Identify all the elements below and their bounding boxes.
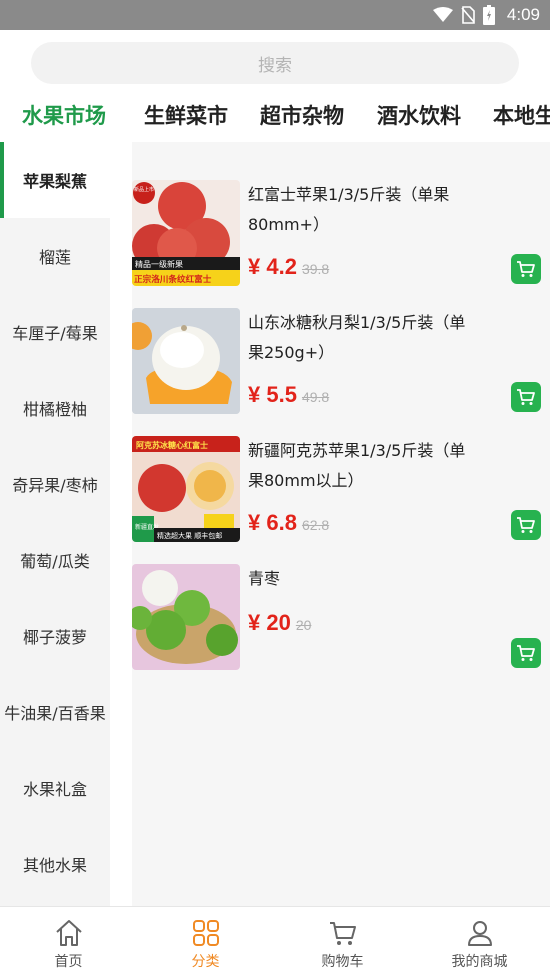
nav-home[interactable]: 首页 xyxy=(0,907,137,978)
sidebar-item-other-fruit[interactable]: 其他水果 xyxy=(0,826,110,902)
status-icons: 4:09 xyxy=(432,0,540,30)
tab-fresh-vegetables[interactable]: 生鲜菜市 xyxy=(144,100,228,130)
sidebar-item-durian[interactable]: 榴莲 xyxy=(0,218,110,294)
sidebar-item-label: 榴莲 xyxy=(38,248,71,267)
product-price: ¥ 5.5 xyxy=(248,382,297,407)
sidebar-item-coconut-pineapple[interactable]: 椰子菠萝 xyxy=(0,598,110,674)
sidebar-item-label: 水果礼盒 xyxy=(22,780,87,799)
apple-badge-text: 新品上市 xyxy=(134,186,154,193)
add-to-cart-button[interactable] xyxy=(511,382,541,412)
nav-category[interactable]: 分类 xyxy=(137,907,274,978)
sidebar-item-label: 牛油果/百香果 xyxy=(4,704,106,723)
no-sim-icon xyxy=(461,6,475,24)
product-original-price: 62.8 xyxy=(301,517,330,533)
tab-fruit-market[interactable]: 水果市场 xyxy=(22,100,106,130)
product-card[interactable]: 阿克苏冰糖心红富士 新疆直发 精选超大果 顺丰包邮 新疆阿克苏苹果1/3/5斤装… xyxy=(132,436,550,564)
apple-image-text-1: 精品一级新果 xyxy=(135,259,183,269)
apple-image-text-2: 正宗洛川条纹红富士 xyxy=(134,273,212,285)
wifi-icon xyxy=(432,7,453,22)
search-bar: 搜索 xyxy=(0,30,550,94)
product-image-aksu-apple[interactable]: 阿克苏冰糖心红富士 新疆直发 精选超大果 顺丰包邮 xyxy=(132,436,240,542)
product-original-price: 39.8 xyxy=(301,261,330,277)
aksu-image-banner: 阿克苏冰糖心红富士 xyxy=(136,440,208,450)
nav-my-shop[interactable]: 我的商城 xyxy=(411,907,548,978)
sidebar-item-grape-melon[interactable]: 葡萄/瓜类 xyxy=(0,522,110,598)
cart-icon xyxy=(517,261,535,277)
sidebar-item-label: 其他水果 xyxy=(22,856,87,875)
nav-label: 首页 xyxy=(54,954,83,970)
add-to-cart-button[interactable] xyxy=(511,510,541,540)
product-price: ¥ 6.8 xyxy=(248,510,297,535)
sidebar-item-fruit-gift-box[interactable]: 水果礼盒 xyxy=(0,750,110,826)
aksu-image-text-1: 精选超大果 顺丰包邮 xyxy=(157,531,222,540)
product-price: ¥ 20 xyxy=(248,610,291,635)
price-row: ¥ 5.5 49.8 xyxy=(248,382,329,408)
product-card[interactable]: 山东冰糖秋月梨1/3/5斤装（单果250g+） ¥ 5.5 49.8 xyxy=(132,308,550,436)
product-name[interactable]: 新疆阿克苏苹果1/3/5斤装（单果80mm以上） xyxy=(248,436,478,496)
sidebar-item-kiwi-jujube[interactable]: 奇异果/枣柿 xyxy=(0,446,110,522)
nav-label: 分类 xyxy=(191,954,220,970)
price-row: ¥ 6.8 62.8 xyxy=(248,510,329,536)
product-name[interactable]: 红富士苹果1/3/5斤装（单果80mm+） xyxy=(248,180,478,240)
tab-local-life[interactable]: 本地生 xyxy=(493,100,550,130)
sidebar-item-label: 车厘子/莓果 xyxy=(12,324,98,343)
product-card[interactable]: 新品上市 精品一级新果 正宗洛川条纹红富士 红富士苹果1/3/5斤装（单果80m… xyxy=(132,180,550,308)
category-sidebar: 苹果梨蕉 榴莲 车厘子/莓果 柑橘橙柚 奇异果/枣柿 葡萄/瓜类 椰子菠萝 牛油… xyxy=(0,142,110,906)
sidebar-item-apple-pear-banana[interactable]: 苹果梨蕉 xyxy=(0,142,110,218)
price-row: ¥ 20 20 xyxy=(248,610,311,636)
sidebar-item-label: 椰子菠萝 xyxy=(22,628,87,647)
nav-label: 购物车 xyxy=(321,954,364,970)
product-image-green-jujube[interactable] xyxy=(132,564,240,670)
product-card[interactable]: 青枣 ¥ 20 20 xyxy=(132,564,550,692)
product-list: 新品上市 精品一级新果 正宗洛川条纹红富士 红富士苹果1/3/5斤装（单果80m… xyxy=(132,142,550,906)
tab-drinks[interactable]: 酒水饮料 xyxy=(377,100,461,130)
category-icon xyxy=(192,920,219,946)
home-icon xyxy=(55,920,82,946)
nav-label: 我的商城 xyxy=(451,954,508,970)
status-time: 4:09 xyxy=(506,5,540,24)
cart-icon xyxy=(329,922,356,945)
top-category-tabs: 水果市场 生鲜菜市 超市杂物 酒水饮料 本地生 xyxy=(0,94,550,142)
product-price: ¥ 4.2 xyxy=(248,254,297,279)
cart-icon xyxy=(517,645,535,661)
sidebar-item-cherry-berry[interactable]: 车厘子/莓果 xyxy=(0,294,110,370)
sidebar-item-label: 奇异果/枣柿 xyxy=(12,476,98,495)
tab-supermarket-goods[interactable]: 超市杂物 xyxy=(260,100,344,130)
battery-icon xyxy=(482,5,495,25)
sidebar-item-citrus[interactable]: 柑橘橙柚 xyxy=(0,370,110,446)
sidebar-item-label: 葡萄/瓜类 xyxy=(20,552,90,571)
sidebar-item-label: 柑橘橙柚 xyxy=(22,400,87,419)
product-image-apple[interactable]: 新品上市 精品一级新果 正宗洛川条纹红富士 xyxy=(132,180,240,286)
product-original-price: 49.8 xyxy=(301,389,330,405)
search-placeholder: 搜索 xyxy=(258,55,292,76)
product-name[interactable]: 青枣 xyxy=(248,564,478,594)
product-original-price: 20 xyxy=(295,617,312,633)
price-row: ¥ 4.2 39.8 xyxy=(248,254,329,280)
sidebar-divider xyxy=(110,142,132,906)
product-name[interactable]: 山东冰糖秋月梨1/3/5斤装（单果250g+） xyxy=(248,308,478,368)
cart-icon xyxy=(517,517,535,533)
product-image-pear[interactable] xyxy=(132,308,240,414)
add-to-cart-button[interactable] xyxy=(511,254,541,284)
sidebar-item-avocado-passionfruit[interactable]: 牛油果/百香果 xyxy=(0,674,110,750)
user-icon xyxy=(467,921,492,946)
bottom-navigation: 首页 分类 购物车 我的商城 xyxy=(0,906,550,978)
search-input[interactable]: 搜索 xyxy=(31,42,519,84)
add-to-cart-button[interactable] xyxy=(511,638,541,668)
status-bar: 4:09 xyxy=(0,0,550,30)
nav-cart[interactable]: 购物车 xyxy=(274,907,411,978)
cart-icon xyxy=(517,389,535,405)
sidebar-item-label: 苹果梨蕉 xyxy=(22,172,87,191)
